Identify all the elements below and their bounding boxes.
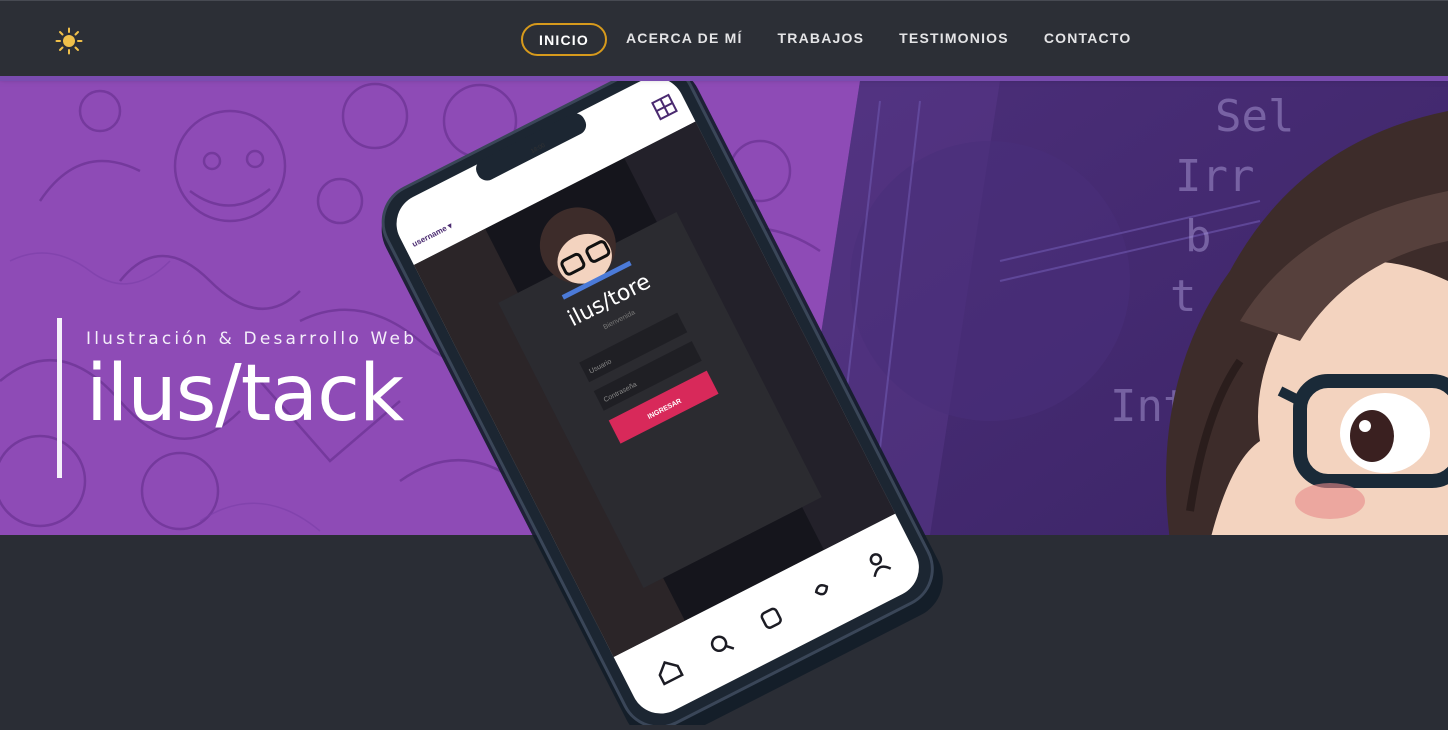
- nav-link-testimonios[interactable]: TESTIMONIOS: [883, 23, 1025, 56]
- theme-toggle-sun-icon[interactable]: [55, 27, 83, 55]
- phone-heart-icon: [814, 584, 829, 596]
- hero-subtitle: Ilustración & Desarrollo Web: [86, 329, 418, 349]
- svg-text:b: b: [1185, 211, 1212, 262]
- hero-banner: Sel Irr b t Int Ilustración & Desarrollo…: [0, 81, 1448, 535]
- svg-text:t: t: [1170, 271, 1197, 322]
- navbar: INICIO ACERCA DE MÍ TRABAJOS TESTIMONIOS…: [0, 0, 1448, 76]
- phone-profile-icon: [869, 553, 883, 566]
- nav-accent-bar: [0, 76, 1448, 81]
- phone-shop-icon: [760, 607, 782, 629]
- chevron-right-icon: [870, 458, 886, 486]
- carousel-next-button[interactable]: [864, 454, 892, 490]
- svg-text:Sel: Sel: [1215, 91, 1294, 142]
- hero-text-block: Ilustración & Desarrollo Web ilus/tack: [57, 318, 417, 478]
- hero-title: ilus/tack: [86, 349, 404, 439]
- phone-search-icon: [710, 635, 728, 652]
- sun-icon: [55, 27, 83, 55]
- phone-home-icon: [658, 660, 684, 686]
- nav-link-inicio[interactable]: INICIO: [521, 23, 607, 56]
- svg-text:Irr: Irr: [1175, 151, 1254, 202]
- main-nav: INICIO ACERCA DE MÍ TRABAJOS TESTIMONIOS…: [521, 23, 1150, 56]
- nav-link-trabajos[interactable]: TRABAJOS: [762, 23, 881, 56]
- nav-link-contacto[interactable]: CONTACTO: [1028, 23, 1148, 56]
- nav-link-acerca[interactable]: ACERCA DE MÍ: [610, 23, 759, 56]
